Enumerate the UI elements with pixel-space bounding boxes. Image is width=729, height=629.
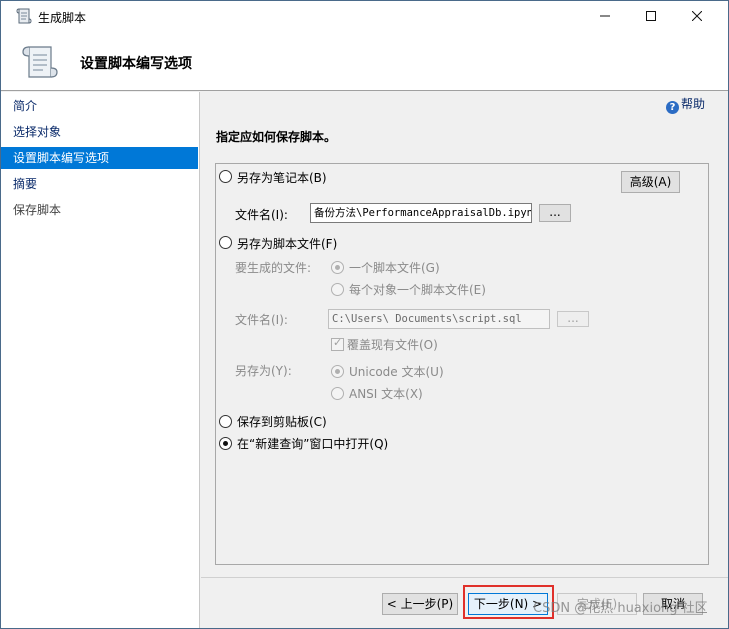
notebook-browse-button[interactable]: ... — [539, 204, 571, 222]
ansi-radio[interactable] — [331, 387, 344, 400]
previous-button[interactable]: < 上一步(P) — [382, 593, 458, 615]
script-filename-label: 文件名(I): — [235, 313, 288, 327]
new-query-window-radio[interactable] — [219, 437, 232, 450]
generate-scripts-window: 生成脚本 设置脚本编写选项 简介 选择对象 设置脚本编写选项 摘要 保存脚本 ?… — [0, 0, 729, 629]
save-as-notebook-label: 另存为笔记本(B) — [237, 171, 327, 185]
single-file-radio[interactable] — [331, 261, 344, 274]
minimize-button[interactable] — [582, 1, 628, 31]
save-as-encoding-label: 另存为(Y): — [235, 364, 292, 378]
save-as-script-label: 另存为脚本文件(F) — [237, 237, 338, 251]
overwrite-label: 覆盖现有文件(O) — [347, 338, 438, 352]
notebook-filename-label: 文件名(I): — [235, 208, 288, 222]
single-file-label: 一个脚本文件(G) — [349, 261, 440, 275]
script-filename-input[interactable]: C:\Users\ Documents\script.sql — [328, 309, 550, 329]
script-scroll-icon — [22, 46, 58, 78]
nav-item-script-options[interactable]: 设置脚本编写选项 — [1, 147, 198, 169]
title-bar: 生成脚本 — [1, 1, 728, 31]
per-object-file-label: 每个对象一个脚本文件(E) — [349, 283, 486, 297]
unicode-radio[interactable] — [331, 365, 344, 378]
wizard-header: 设置脚本编写选项 — [1, 31, 728, 91]
maximize-button[interactable] — [628, 1, 674, 31]
save-as-script-radio[interactable] — [219, 236, 232, 249]
help-icon: ? — [666, 101, 679, 114]
unicode-label: Unicode 文本(U) — [349, 365, 444, 379]
close-icon — [691, 10, 703, 22]
clipboard-label: 保存到剪贴板(C) — [237, 415, 327, 429]
window-title: 生成脚本 — [38, 11, 87, 25]
notebook-filename-input[interactable]: 备份方法\PerformanceAppraisalDb.ipynb — [310, 203, 532, 223]
section-title: 指定应如何保存脚本。 — [216, 130, 337, 144]
nav-item-intro[interactable]: 简介 — [1, 95, 198, 117]
save-as-notebook-radio[interactable] — [219, 170, 232, 183]
ansi-label: ANSI 文本(X) — [349, 387, 423, 401]
overwrite-checkbox[interactable]: ✓ — [331, 336, 344, 351]
files-to-generate-label: 要生成的文件: — [235, 261, 312, 275]
clipboard-radio[interactable] — [219, 415, 232, 428]
per-object-file-radio[interactable] — [331, 283, 344, 296]
nav-item-select-objects[interactable]: 选择对象 — [1, 121, 198, 143]
checkmark-icon: ✓ — [333, 336, 343, 349]
script-browse-button[interactable]: ... — [557, 311, 589, 327]
script-scroll-icon — [16, 8, 32, 24]
maximize-icon — [646, 11, 656, 21]
nav-item-save-scripts: 保存脚本 — [13, 203, 62, 217]
minimize-icon — [600, 15, 610, 17]
advanced-button[interactable]: 高级(A) — [621, 171, 680, 193]
help-link[interactable]: ? 帮助 — [666, 95, 705, 114]
page-title: 设置脚本编写选项 — [80, 56, 192, 72]
footer-divider — [201, 577, 728, 578]
help-label: 帮助 — [681, 97, 706, 111]
wizard-nav: 简介 选择对象 设置脚本编写选项 摘要 保存脚本 — [1, 92, 200, 628]
watermark: CSDN @花热 huaxiong 社区 — [533, 601, 708, 616]
close-button[interactable] — [674, 1, 720, 31]
nav-item-summary[interactable]: 摘要 — [1, 173, 198, 195]
new-query-window-label: 在“新建查询”窗口中打开(Q) — [237, 437, 389, 451]
